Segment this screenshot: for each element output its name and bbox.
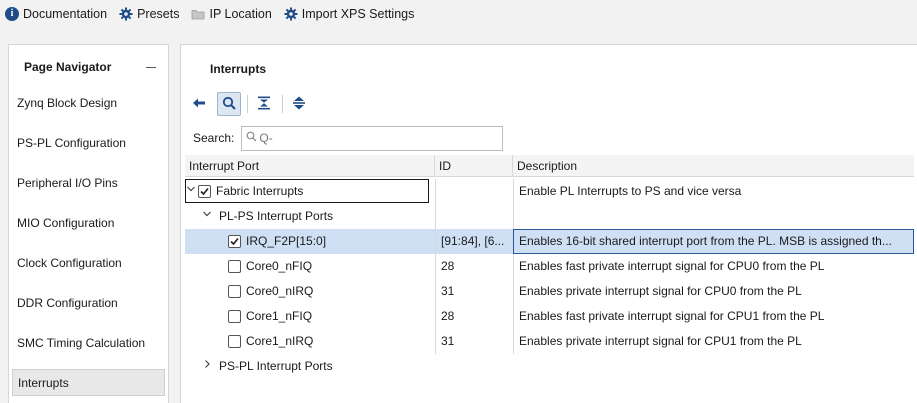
port-cell: Core1_nIRQ [185,329,433,354]
column-header-interrupt-port[interactable]: Interrupt Port [185,155,435,177]
description-cell [513,204,914,229]
port-label: Core1_nIRQ [246,334,314,348]
port-label: Core0_nFIQ [246,259,313,273]
page-title: Interrupts [210,62,267,76]
page-navigator-title: Page Navigator [24,60,112,74]
collapse-all-button[interactable] [187,92,211,116]
port-cell: PS-PL Interrupt Ports [185,354,433,379]
irq-f2p-checkbox[interactable] [228,235,241,248]
chevron-down-icon[interactable] [186,180,196,202]
gear-icon [284,7,298,21]
id-cell [435,204,513,229]
nav-item-peripheral-io-pins[interactable]: Peripheral I/O Pins [12,169,165,196]
port-label: IRQ_F2P[15:0] [246,234,327,248]
search-row: Search: [193,125,504,151]
search-icon [222,96,236,113]
id-cell [435,179,513,204]
sort-icon [292,96,306,113]
column-header-id[interactable]: ID [435,155,513,177]
ip-location-label: IP Location [209,7,272,21]
gear-icon [119,7,133,21]
presets-button[interactable]: Presets [119,3,179,25]
info-icon: i [5,7,19,21]
search-toggle-button[interactable] [217,92,241,116]
nav-item-clock-configuration[interactable]: Clock Configuration [12,249,165,276]
chevron-right-icon[interactable] [202,354,212,379]
port-label: Fabric Interrupts [216,183,304,198]
id-cell: 28 [435,304,513,329]
description-cell: Enables fast private interrupt signal fo… [513,304,914,329]
page-navigator-panel: Page Navigator Zynq Block Design PS-PL C… [8,44,169,403]
table-row[interactable]: PL-PS Interrupt Ports [185,204,914,229]
folder-icon [191,7,205,21]
port-label: PS-PL Interrupt Ports [219,359,333,373]
nav-item-mio-configuration[interactable]: MIO Configuration [12,209,165,236]
id-cell: 31 [435,279,513,304]
table-row[interactable]: Core1_nFIQ 28 Enables fast private inter… [185,304,914,329]
table-header: Interrupt Port ID Description [185,155,914,177]
toolbar-divider [282,95,283,113]
core1-nfiq-checkbox[interactable] [228,310,241,323]
toolbar-divider [247,95,248,113]
nav-item-zynq-block-design[interactable]: Zynq Block Design [12,89,165,116]
ip-location-button[interactable]: IP Location [191,3,272,25]
search-label: Search: [193,131,235,145]
id-cell: [91:84], [6... [435,229,513,254]
description-cell: Enables private interrupt signal for CPU… [513,329,914,354]
port-cell: PL-PS Interrupt Ports [185,204,433,229]
table-row[interactable]: PS-PL Interrupt Ports [185,354,914,379]
port-label: Core1_nFIQ [246,309,313,323]
core0-nirq-checkbox[interactable] [228,285,241,298]
nav-item-smc-timing-calculation[interactable]: SMC Timing Calculation [12,329,165,356]
tree-toolbar [187,91,317,117]
table-row[interactable]: Core1_nIRQ 31 Enables private interrupt … [185,329,914,354]
table-row[interactable]: Core0_nFIQ 28 Enables fast private inter… [185,254,914,279]
search-icon [246,131,257,145]
nav-item-ddr-configuration[interactable]: DDR Configuration [12,289,165,316]
nav-item-ps-pl-configuration[interactable]: PS-PL Configuration [12,129,165,156]
description-cell: Enable PL Interrupts to PS and vice vers… [513,179,914,204]
interrupts-panel: Interrupts Search: Q- Interrupt Port ID … [180,44,917,403]
import-xps-settings-button[interactable]: Import XPS Settings [284,3,415,25]
port-label: PL-PS Interrupt Ports [219,209,334,223]
table-row[interactable]: Fabric Interrupts Enable PL Interrupts t… [185,179,914,204]
chevron-down-icon[interactable] [202,204,212,229]
core0-nfiq-checkbox[interactable] [228,260,241,273]
nav-item-interrupts[interactable]: Interrupts [12,369,165,396]
port-cell: Fabric Interrupts [185,179,429,203]
import-xps-settings-label: Import XPS Settings [301,7,415,21]
id-cell [435,354,513,379]
port-cell: IRQ_F2P[15:0] [185,229,433,254]
table-row[interactable]: Core0_nIRQ 31 Enables private interrupt … [185,279,914,304]
collapse-all-icon [192,97,206,112]
description-cell: Enables 16-bit shared interrupt port fro… [513,229,914,254]
core1-nirq-checkbox[interactable] [228,335,241,348]
top-toolbar: i Documentation Presets IP Location Impo… [0,0,917,28]
description-cell [513,354,914,379]
search-input[interactable] [259,131,490,145]
expand-all-button[interactable] [252,92,276,116]
table-row[interactable]: IRQ_F2P[15:0] [91:84], [6... Enables 16-… [185,229,914,254]
fabric-interrupts-checkbox[interactable] [198,184,211,198]
minimize-icon[interactable] [146,66,156,68]
id-cell: 31 [435,329,513,354]
documentation-label: Documentation [23,7,108,21]
id-cell: 28 [435,254,513,279]
column-header-description[interactable]: Description [513,155,914,177]
expand-all-icon [257,96,271,113]
documentation-button[interactable]: i Documentation [5,3,107,25]
sort-button[interactable] [287,92,311,116]
port-cell: Core0_nFIQ [185,254,433,279]
port-cell: Core0_nIRQ [185,279,433,304]
port-label: Core0_nIRQ [246,284,314,298]
page-navigator-header: Page Navigator [9,45,168,89]
search-box[interactable] [241,125,504,151]
presets-label: Presets [137,7,180,21]
port-cell: Core1_nFIQ [185,304,433,329]
description-cell: Enables fast private interrupt signal fo… [513,254,914,279]
description-cell: Enables private interrupt signal for CPU… [513,279,914,304]
